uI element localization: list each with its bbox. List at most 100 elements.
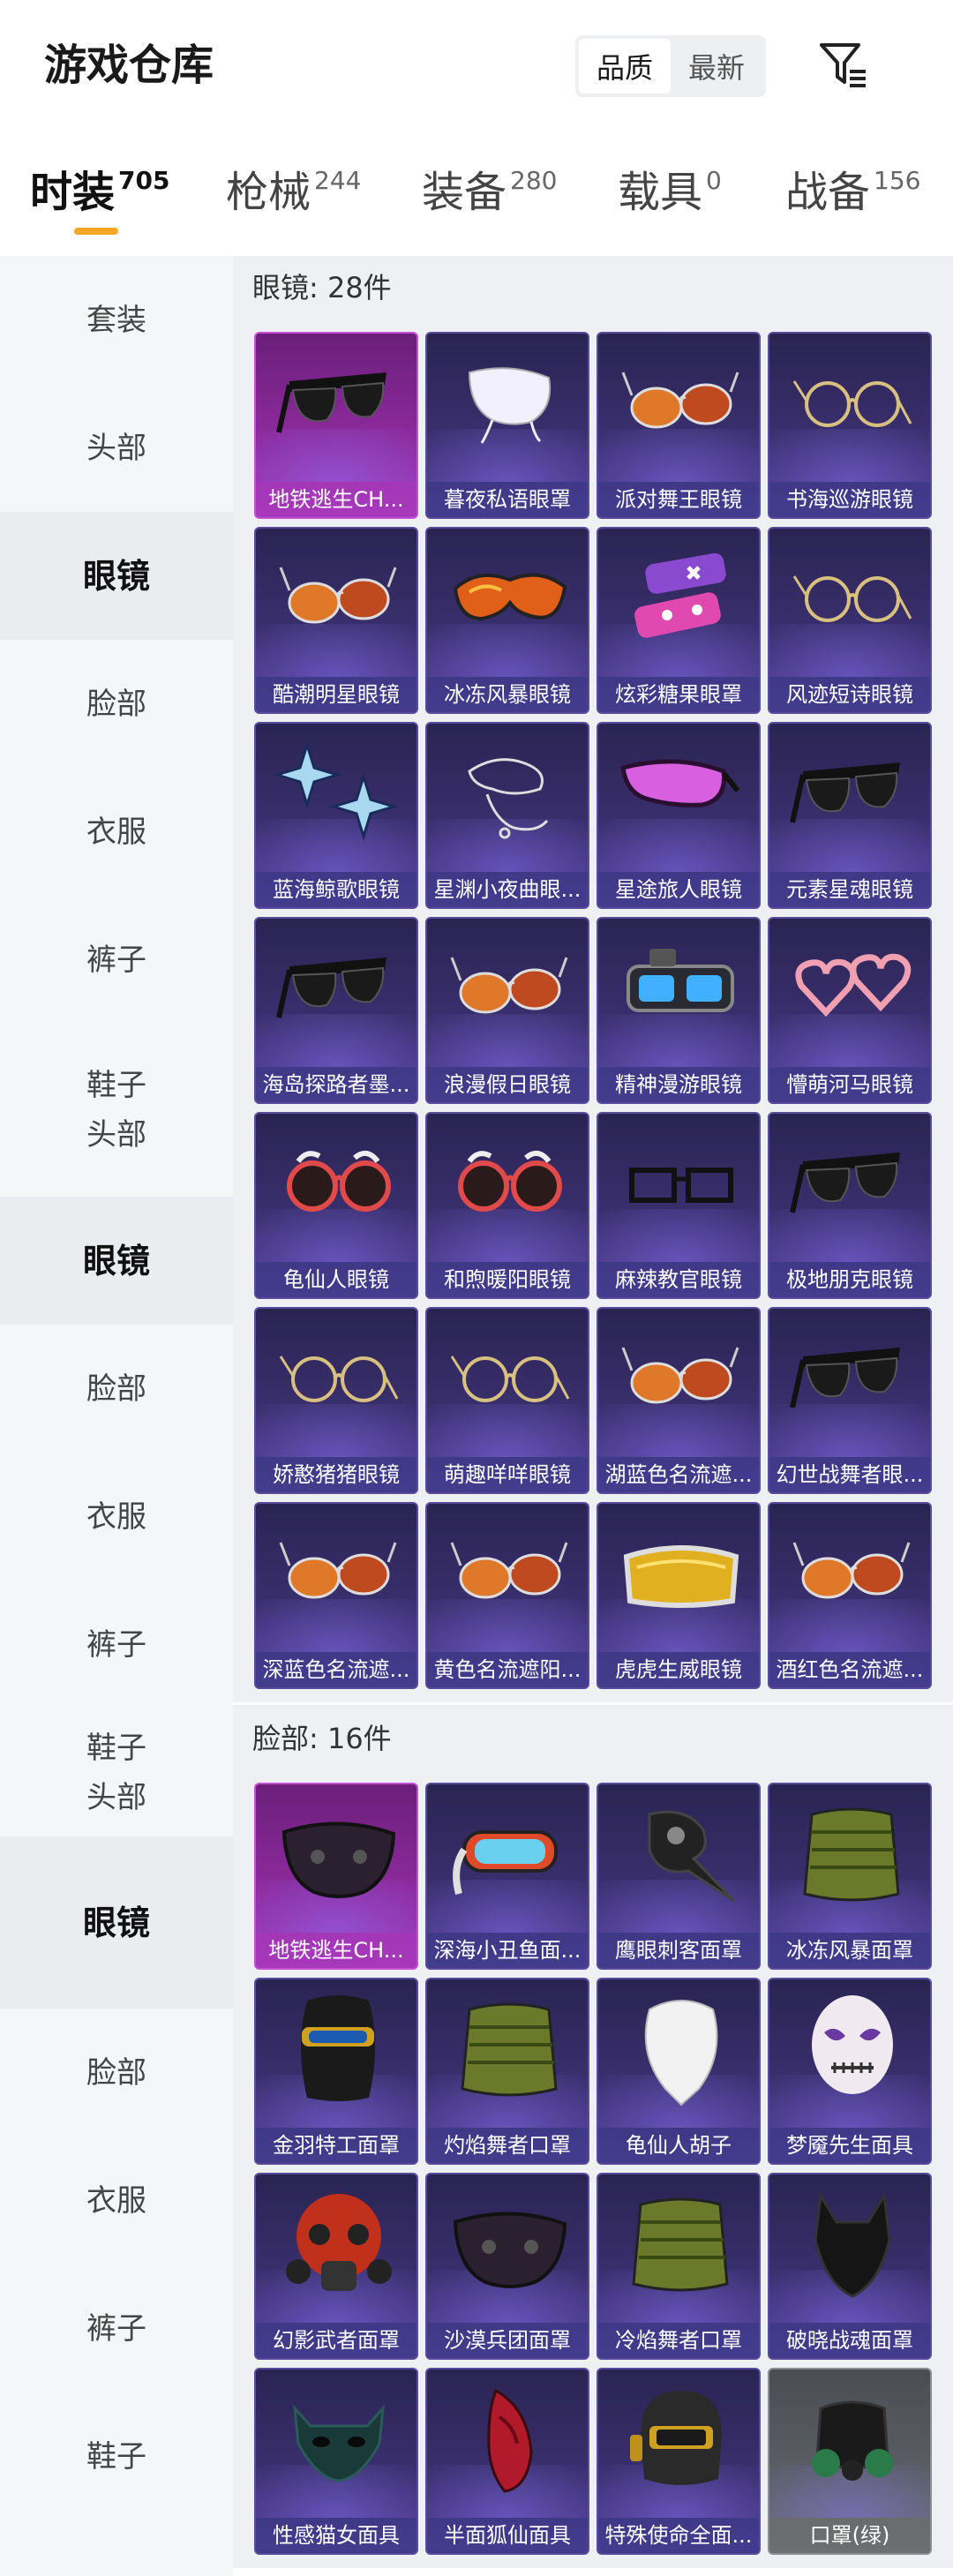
sidebar-item[interactable]: 衣服 [0,2137,233,2264]
item-name: 性感猫女面具 [256,2518,416,2553]
tab-label: 时装 [30,168,116,217]
item-card[interactable]: 精神漫游眼镜 [597,917,761,1104]
sidebar-item[interactable]: 眼镜 [0,512,233,640]
item-card[interactable]: 深蓝色名流遮... [254,1502,418,1689]
item-card[interactable]: 风迹短诗眼镜 [768,527,932,714]
sidebar-item[interactable]: 裤子 [0,2264,233,2392]
sidebar-item[interactable]: 裤子 [0,896,233,1024]
item-name: 和煦暖阳眼镜 [427,1262,588,1297]
item-card[interactable]: 破晓战魂面罩 [768,2173,932,2360]
aviator-glasses-icon [443,931,575,1046]
tab-label: 装备 [422,168,507,217]
item-card[interactable]: 元素星魂眼镜 [768,722,932,909]
item-card[interactable]: 湖蓝色名流遮... [597,1307,761,1494]
item-card[interactable]: 极地朋克眼镜 [768,1112,932,1299]
item-name: 深海小丑鱼面... [427,1933,588,1968]
tab-count: 156 [874,166,921,195]
neck-gaiter-icon [443,1992,575,2107]
sidebar-item[interactable]: 鞋子 头部 [0,1024,233,1197]
item-card[interactable]: 酷潮明星眼镜 [254,527,418,714]
item-card[interactable]: 海岛探路者墨... [254,917,418,1104]
item-card[interactable]: 幻影武者面罩 [254,2173,418,2360]
item-card[interactable]: 幻世战舞者眼... [768,1307,932,1494]
sidebar-item[interactable]: 眼镜 [0,1197,233,1325]
sidebar-item[interactable]: 眼镜 [0,1836,233,2009]
item-card[interactable]: 炫彩糖果眼罩 [597,527,761,714]
item-name: 星途旅人眼镜 [598,872,759,907]
item-card[interactable]: 灼焰舞者口罩 [425,1978,589,2165]
candy-mask-icon [614,541,747,656]
item-card[interactable]: 冰冻风暴眼镜 [425,527,589,714]
sort-option-newest[interactable]: 最新 [671,39,762,94]
item-card[interactable]: 冰冻风暴面罩 [768,1783,932,1970]
item-card[interactable]: 书海巡游眼镜 [768,332,932,519]
item-card[interactable]: 星渊小夜曲眼... [425,722,589,909]
item-card[interactable]: 地铁逃生CH... [254,332,418,519]
sidebar-item[interactable]: 衣服 [0,1453,233,1581]
sidebar-item[interactable]: 鞋子 [0,2392,233,2520]
sidebar-item[interactable]: 脸部 [0,2009,233,2137]
tab-3[interactable]: 载具 0 [618,164,722,221]
sort-option-quality[interactable]: 品质 [579,39,671,94]
item-card[interactable]: 懵萌河马眼镜 [768,917,932,1104]
item-card[interactable]: 星途旅人眼镜 [597,722,761,909]
sidebar-item[interactable]: 套装 [0,256,233,384]
sport-goggles-icon [443,541,575,656]
aviator-glasses-icon [785,1516,918,1631]
sort-toggle: 品质 最新 [575,35,766,97]
item-card[interactable]: 和煦暖阳眼镜 [425,1112,589,1299]
item-name: 地铁逃生CH... [256,482,416,517]
item-card[interactable]: 暮夜私语眼罩 [425,332,589,519]
snorkel-mask-icon [443,1797,575,1911]
tab-count: 280 [510,166,558,195]
tab-4[interactable]: 战备 156 [785,164,920,221]
filter-button[interactable] [812,34,875,97]
item-card[interactable]: 特殊使命全面... [597,2368,761,2555]
item-card[interactable]: 娇憨猪猪眼镜 [254,1307,418,1494]
tab-1[interactable]: 枪械 244 [226,164,361,221]
sunglasses-icon [785,1126,918,1241]
round-glasses-icon [785,541,918,656]
item-card[interactable]: 龟仙人眼镜 [254,1112,418,1299]
item-name: 冷焰舞者口罩 [598,2323,759,2358]
item-card[interactable]: 梦魇先生面具 [768,1978,932,2165]
item-card[interactable]: 浪漫假日眼镜 [425,917,589,1104]
item-card[interactable]: 虎虎生威眼镜 [597,1502,761,1689]
item-card[interactable]: 口罩(绿) [768,2368,932,2555]
tab-2[interactable]: 装备 280 [422,164,557,221]
sidebar-item[interactable]: 裤子 [0,1581,233,1709]
item-card[interactable]: 沙漠兵团面罩 [425,2173,589,2360]
item-card[interactable]: 冷焰舞者口罩 [597,2173,761,2360]
item-card[interactable]: 半面狐仙面具 [425,2368,589,2555]
tab-0[interactable]: 时装 705 [30,164,169,221]
item-card[interactable]: 酒红色名流遮... [768,1502,932,1689]
item-card[interactable]: 性感猫女面具 [254,2368,418,2555]
sidebar-item[interactable]: 鞋子 头部 [0,1709,233,1836]
item-name: 懵萌河马眼镜 [769,1067,930,1102]
round-glasses-icon [272,1321,404,1436]
item-name: 龟仙人胡子 [598,2128,759,2163]
sidebar-item[interactable]: 衣服 [0,768,233,896]
item-card[interactable]: 鹰眼刺客面罩 [597,1783,761,1970]
item-card[interactable]: 黄色名流遮阳... [425,1502,589,1689]
item-card[interactable]: 萌趣咩咩眼镜 [425,1307,589,1494]
item-card[interactable]: 派对舞王眼镜 [597,332,761,519]
sidebar-item[interactable]: 头部 [0,384,233,512]
tab-count: 244 [314,166,362,195]
item-name: 破晓战魂面罩 [769,2323,930,2358]
item-card[interactable]: 蓝海鲸歌眼镜 [254,722,418,909]
item-card[interactable]: 深海小丑鱼面... [425,1783,589,1970]
item-card[interactable]: 龟仙人胡子 [597,1978,761,2165]
neck-gaiter-icon [785,1797,918,1911]
gas-mask-icon [272,2187,404,2302]
sidebar-item[interactable]: 脸部 [0,1325,233,1453]
tab-count: 705 [118,166,170,195]
item-card[interactable]: 麻辣教官眼镜 [597,1112,761,1299]
plague-mask-icon [614,1797,747,1911]
tab-label: 枪械 [226,168,311,217]
item-name: 风迹短诗眼镜 [769,677,930,712]
item-card[interactable]: 地铁逃生CH... [254,1783,418,1970]
item-card[interactable]: 金羽特工面罩 [254,1978,418,2165]
sidebar-item[interactable]: 脸部 [0,640,233,768]
cat-mask-icon [272,2382,404,2497]
